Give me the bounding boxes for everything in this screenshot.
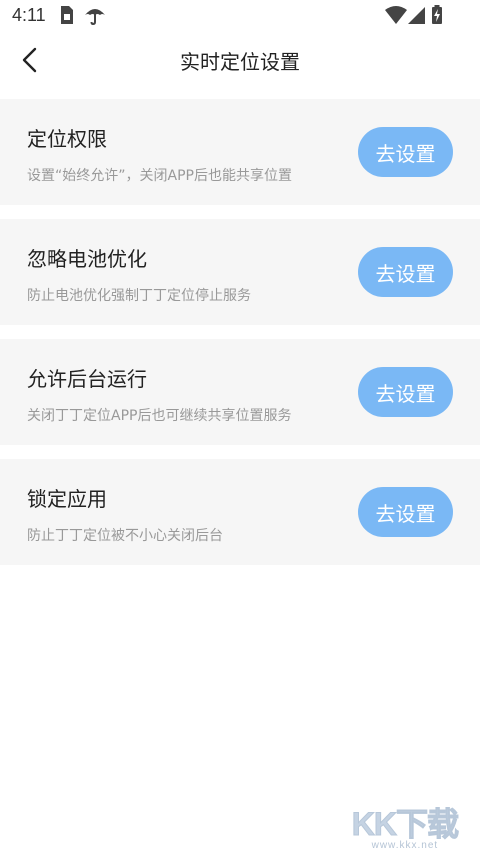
lock-app-setup-button[interactable]: 去设置 [358, 487, 453, 537]
setting-card-background-run: 允许后台运行 关闭丁丁定位APP后也可继续共享位置服务 去设置 [0, 339, 480, 445]
umbrella-icon [85, 9, 105, 25]
setting-description: 防止电池优化强制丁丁定位停止服务 [27, 288, 251, 304]
wifi-icon [385, 6, 407, 24]
setting-description: 设置“始终允许”，关闭APP后也能共享位置 [27, 168, 292, 184]
battery-charging-icon [432, 5, 442, 24]
watermark-logo: KK下载 [351, 806, 459, 842]
setting-description: 关闭丁丁定位APP后也可继续共享位置服务 [27, 408, 292, 424]
status-bar: 4:11 [0, 0, 480, 32]
location-permission-setup-button[interactable]: 去设置 [358, 127, 453, 177]
page-title: 实时定位设置 [180, 50, 300, 74]
setting-title: 定位权限 [27, 127, 107, 151]
header-bar: 实时定位设置 [0, 32, 480, 88]
setting-title: 锁定应用 [27, 487, 107, 511]
setting-title: 允许后台运行 [27, 367, 147, 391]
setting-description: 防止丁丁定位被不小心关闭后台 [27, 528, 223, 544]
setting-card-battery-optimization: 忽略电池优化 防止电池优化强制丁丁定位停止服务 去设置 [0, 219, 480, 325]
battery-optimization-setup-button[interactable]: 去设置 [358, 247, 453, 297]
sim-card-icon [61, 6, 73, 24]
setting-card-lock-app: 锁定应用 防止丁丁定位被不小心关闭后台 去设置 [0, 459, 480, 565]
setting-title: 忽略电池优化 [27, 247, 147, 271]
background-run-setup-button[interactable]: 去设置 [358, 367, 453, 417]
cellular-signal-icon [408, 7, 425, 24]
status-time: 4:11 [12, 5, 46, 25]
watermark: KK下载 www.kkx.net [351, 806, 459, 852]
setting-card-location-permission: 定位权限 设置“始终允许”，关闭APP后也能共享位置 去设置 [0, 99, 480, 205]
